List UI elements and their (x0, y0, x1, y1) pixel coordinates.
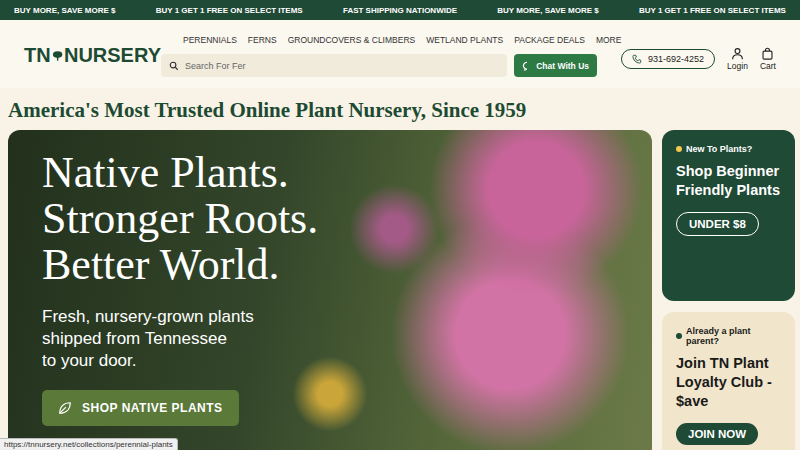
promo-card[interactable]: New To Plants? Shop Beginner Friendly Pl… (662, 130, 795, 301)
announcement: BUY 1 GET 1 FREE ON SELECT ITEMS (156, 6, 303, 15)
headline: America's Most Trusted Online Plant Nurs… (8, 98, 800, 122)
card-button[interactable]: UNDER $8 (676, 212, 759, 236)
main-nav: PERENNIALS FERNS GROUNDCOVERS & CLIMBERS WE… (161, 34, 597, 46)
nav-item[interactable]: FERNS (248, 35, 277, 45)
nav-item[interactable]: MORE (596, 35, 622, 45)
chat-icon (522, 61, 532, 71)
chat-button[interactable]: Chat With Us (514, 54, 597, 77)
card-title: Shop Beginner Friendly Plants (676, 162, 781, 200)
cart-link[interactable]: Cart (760, 47, 776, 71)
announcement: BUY MORE, SAVE MORE $ (497, 6, 599, 15)
phone-button[interactable]: 931-692-4252 (621, 49, 715, 69)
announcement-bar: BUY MORE, SAVE MORE $ BUY 1 GET 1 FREE ON… (0, 0, 800, 20)
card-button[interactable]: JOIN NOW (676, 423, 758, 445)
header-middle: PERENNIALS FERNS GROUNDCOVERS & CLIMBERS WE… (161, 34, 597, 77)
promo-card[interactable]: Already a plant parent? Join TN Plant Lo… (662, 312, 795, 450)
main: Native Plants.Stronger Roots.Better Worl… (0, 130, 800, 450)
promo-column: New To Plants? Shop Beginner Friendly Pl… (662, 130, 795, 450)
announcement: FAST SHIPPING NATIONWIDE (343, 6, 457, 15)
search-row: Chat With Us (161, 54, 597, 77)
hero-title: Native Plants.Stronger Roots.Better Worl… (42, 150, 618, 288)
bag-icon (761, 47, 774, 60)
logo[interactable]: TN NURSERY (0, 44, 161, 67)
tree-icon (52, 46, 63, 66)
announcement: BUY MORE, SAVE MORE $ (14, 6, 116, 15)
search-input[interactable] (185, 61, 499, 71)
hero-banner: Native Plants.Stronger Roots.Better Worl… (8, 130, 652, 450)
search-field (161, 54, 507, 77)
card-eyebrow: Already a plant parent? (676, 326, 781, 346)
login-link[interactable]: Login (727, 47, 748, 71)
hero-subtitle: Fresh, nursery-grown plantsshipped from … (42, 306, 618, 372)
nav-item[interactable]: PACKAGE DEALS (514, 35, 585, 45)
user-icon (731, 47, 744, 60)
header: TN NURSERY PERENNIALS FERNS GROUNDCOVERS &… (0, 20, 800, 88)
logo-text: NURSERY (64, 44, 161, 67)
status-url: https://tnnursery.net/collections/perenn… (0, 438, 178, 450)
card-eyebrow: New To Plants? (676, 144, 752, 154)
nav-item[interactable]: GROUNDCOVERS & CLIMBERS (288, 35, 416, 45)
card-title: Join TN Plant Loyalty Club - $ave (676, 354, 781, 411)
leaf-icon (58, 401, 72, 415)
dot-icon (676, 146, 682, 152)
nav-item[interactable]: WETLAND PLANTS (426, 35, 503, 45)
logo-text: TN (24, 44, 51, 67)
phone-icon (632, 54, 642, 64)
shop-native-button[interactable]: SHOP NATIVE PLANTS (42, 390, 239, 426)
search-icon (169, 61, 179, 71)
header-right: 931-692-4252 Login Cart (621, 47, 776, 71)
announcement: BUY 1 GET 1 FREE ON SELECT ITEMS (639, 6, 786, 15)
page: BUY MORE, SAVE MORE $ BUY 1 GET 1 FREE ON… (0, 0, 800, 450)
nav-item[interactable]: PERENNIALS (183, 35, 237, 45)
dot-icon (676, 333, 682, 339)
